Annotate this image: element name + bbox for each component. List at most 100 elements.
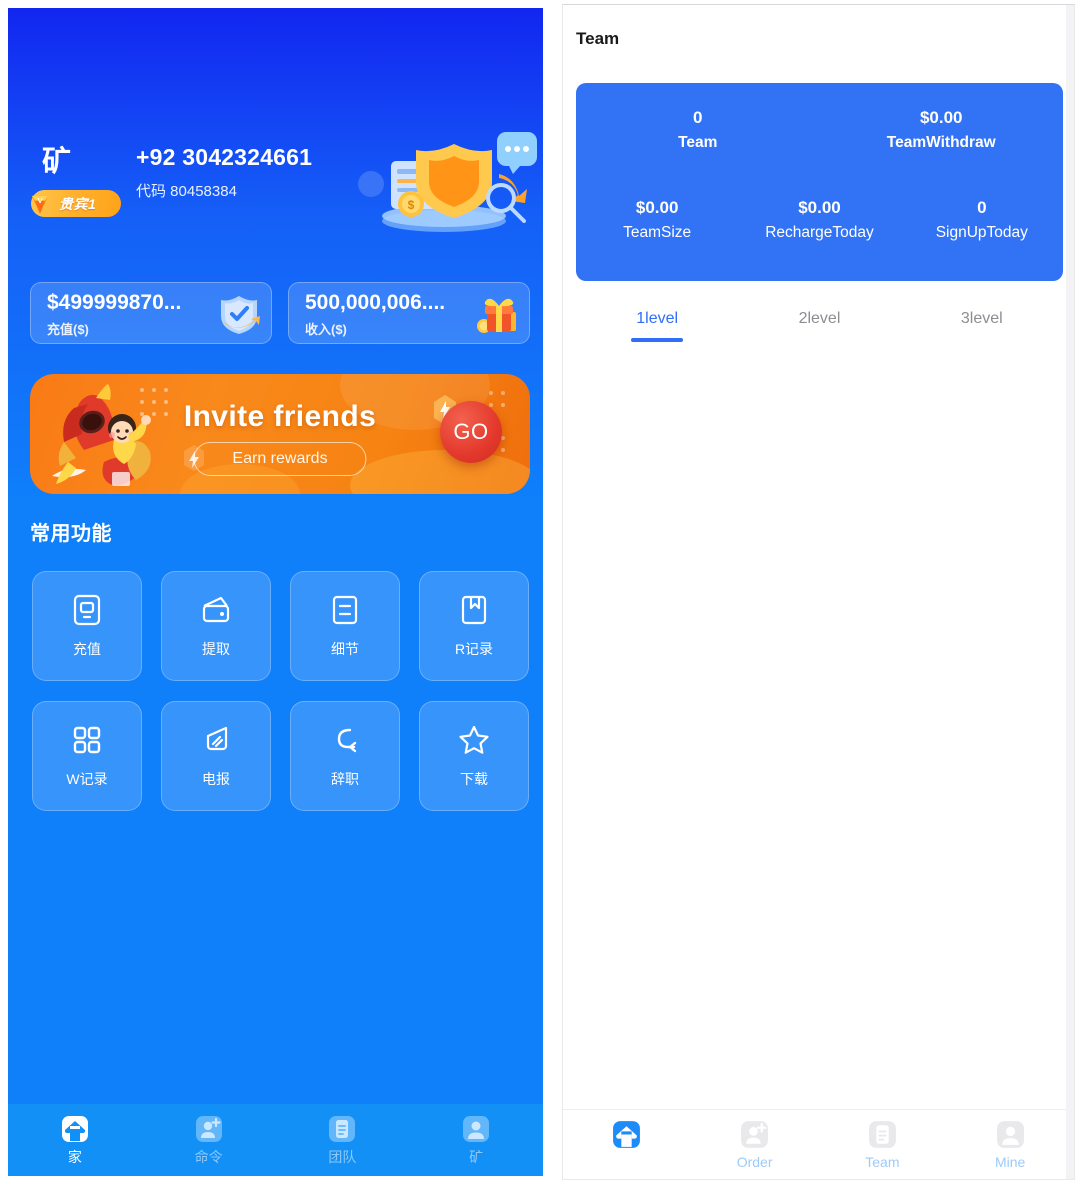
nav-label: 家 <box>67 1148 82 1165</box>
rnav-label: Team <box>865 1154 900 1170</box>
rnav-item-order[interactable]: Order <box>691 1119 819 1170</box>
rnav-item-mine[interactable]: Mine <box>946 1119 1074 1170</box>
stat-team: 0 Team <box>576 105 820 156</box>
stat-label: Team <box>678 134 718 152</box>
function-label: 提取 <box>202 641 230 657</box>
rnav-item-home[interactable]: Home <box>563 1119 691 1170</box>
tab-active-indicator <box>631 338 684 342</box>
avatar: 矿 <box>42 146 73 178</box>
function-details[interactable]: 细节 <box>290 571 400 681</box>
income-amount: 500,000,006.... <box>305 291 446 314</box>
tab-1level[interactable]: 1level <box>576 310 738 356</box>
rnav-label: Order <box>736 1154 773 1170</box>
nav-label: 矿 <box>469 1148 484 1165</box>
stat-signup-today: 0 SignUpToday <box>901 195 1063 246</box>
user-plus-icon <box>195 1115 222 1142</box>
user-plus-icon <box>741 1121 769 1148</box>
stat-value: $0.00 <box>919 108 963 127</box>
stat-value: $0.00 <box>635 198 679 217</box>
right-bottom-navigation: Home Order Team Mine <box>563 1109 1074 1179</box>
vip-diamond-icon: V <box>31 195 49 214</box>
function-label: 辞职 <box>331 771 359 787</box>
function-telegram[interactable]: 电报 <box>161 701 271 811</box>
function-withdraw-records[interactable]: W记录 <box>32 701 142 811</box>
stat-label: TeamWithdraw <box>886 134 996 152</box>
vip-badge: V 贵宾1 <box>31 190 121 217</box>
tab-label: 1level <box>636 310 679 327</box>
document-icon <box>868 1121 896 1148</box>
function-label: R记录 <box>454 641 494 657</box>
vip-label: 贵宾1 <box>59 196 97 212</box>
bookmark-book-icon <box>461 595 487 625</box>
tab-3level[interactable]: 3level <box>901 310 1063 356</box>
stat-team-withdraw: $0.00 TeamWithdraw <box>820 105 1064 156</box>
function-recharge-records[interactable]: R记录 <box>419 571 529 681</box>
grid-squares-icon <box>73 726 101 754</box>
recharge-balance-card[interactable]: $499999870... 充值($) <box>30 282 272 344</box>
app-screenshot: 矿 V 贵宾1 +92 3042324661 代码 80458384 $ $49… <box>0 0 1090 1184</box>
tab-label: 3level <box>960 310 1003 327</box>
shield-check-icon <box>221 296 260 334</box>
recharge-label: 充值($) <box>47 322 89 337</box>
stat-recharge-today: $0.00 RechargeToday <box>738 195 900 246</box>
vertical-scrollbar[interactable] <box>1066 5 1074 1179</box>
balance-cards: $499999870... 充值($) 500,000,006.... 收入($… <box>30 282 530 344</box>
stat-value: 0 <box>693 108 703 127</box>
phone-number: +92 3042324661 <box>136 144 313 170</box>
function-withdraw[interactable]: 提取 <box>161 571 271 681</box>
nav-item-order[interactable]: 命令 <box>142 1114 276 1167</box>
user-icon <box>996 1121 1024 1148</box>
profile-header: 矿 V 贵宾1 +92 3042324661 代码 80458384 $ <box>8 126 543 241</box>
team-stats-row-bottom: $0.00 TeamSize $0.00 RechargeToday 0 Sig… <box>576 195 1063 246</box>
home-icon <box>613 1121 641 1148</box>
common-functions-grid: 充值 提取 细节 R记录 W记录 电报 辞职 下载 <box>32 571 529 811</box>
home-icon <box>61 1115 88 1142</box>
stat-label: TeamSize <box>623 224 692 242</box>
nav-item-home[interactable]: 家 <box>8 1114 142 1167</box>
function-resign[interactable]: 辞职 <box>290 701 400 811</box>
svg-text:$: $ <box>408 198 415 212</box>
monitor-icon <box>73 594 101 626</box>
income-label: 收入($) <box>305 322 347 337</box>
stat-team-size: $0.00 TeamSize <box>576 195 738 246</box>
wallet-icon <box>202 596 230 623</box>
gift-box-icon <box>477 298 516 333</box>
nav-label: 团队 <box>328 1148 357 1165</box>
function-label: 电报 <box>202 771 230 787</box>
earn-rewards-pill: Earn rewards <box>193 442 367 476</box>
function-recharge[interactable]: 充值 <box>32 571 142 681</box>
left-app-panel: 矿 V 贵宾1 +92 3042324661 代码 80458384 $ $49… <box>8 8 543 1176</box>
stat-label: RechargeToday <box>765 224 874 242</box>
svg-text:V: V <box>38 196 43 205</box>
team-stats-card: 0 Team $0.00 TeamWithdraw $0.00 TeamSize… <box>576 83 1063 281</box>
stat-value: 0 <box>977 198 987 217</box>
function-label: 下载 <box>460 771 488 787</box>
right-team-panel: Team 0 Team $0.00 TeamWithdraw $0.00 Tea… <box>562 4 1075 1180</box>
go-button[interactable]: GO <box>440 401 502 463</box>
function-label: 充值 <box>73 641 101 657</box>
nav-item-mine[interactable]: 矿 <box>409 1114 543 1167</box>
tab-2level[interactable]: 2level <box>738 310 900 356</box>
nav-item-team[interactable]: 团队 <box>276 1114 410 1167</box>
tab-label: 2level <box>798 310 841 327</box>
document-lines-icon <box>332 595 358 625</box>
shield-finance-illustration: $ <box>358 132 537 232</box>
nav-label: 命令 <box>194 1148 223 1165</box>
undo-arrow-icon <box>337 728 357 753</box>
rnav-item-team[interactable]: Team <box>819 1119 947 1170</box>
invite-friends-banner[interactable]: Invite friends Earn rewards GO <box>30 374 530 494</box>
stat-value: $0.00 <box>798 198 841 217</box>
invite-code: 代码 80458384 <box>136 183 237 200</box>
telegram-plane-icon <box>206 726 228 751</box>
page-title: Team <box>576 29 620 48</box>
recharge-amount: $499999870... <box>47 291 182 314</box>
star-icon <box>459 725 489 754</box>
function-download[interactable]: 下载 <box>419 701 529 811</box>
function-label: 细节 <box>331 641 359 657</box>
rocket-boy-illustration <box>52 384 151 486</box>
rnav-label: Mine <box>994 1154 1026 1170</box>
rnav-label: Home <box>608 1154 646 1170</box>
document-icon <box>329 1115 356 1142</box>
income-balance-card[interactable]: 500,000,006.... 收入($) <box>288 282 530 344</box>
level-tabs: 1level 2level 3level <box>576 310 1063 356</box>
